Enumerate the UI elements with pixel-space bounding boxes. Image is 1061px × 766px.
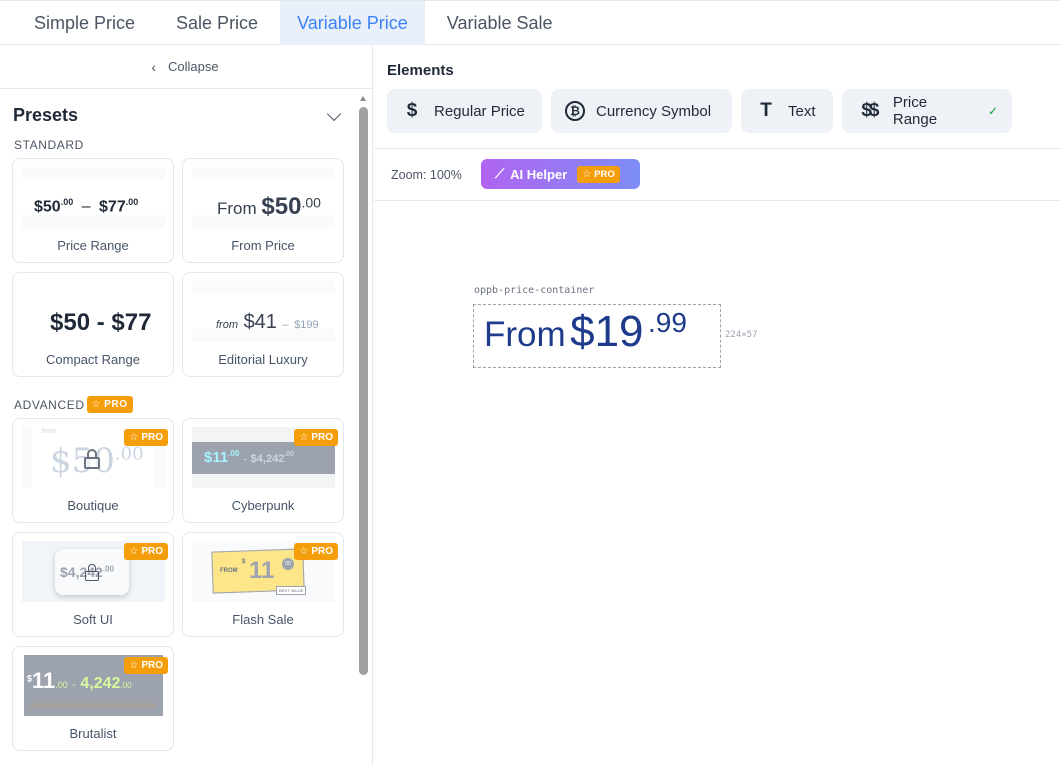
chevron-down-icon (326, 106, 342, 121)
pro-badge: ☆ PRO (577, 165, 620, 183)
tab-bar: Simple Price Sale Price Variable Price V… (0, 0, 1061, 45)
bitcoin-icon: ₿ (565, 101, 585, 121)
preset-label: Compact Range (46, 352, 140, 367)
element-currency-symbol-button[interactable]: ₿ Currency Symbol (551, 89, 732, 133)
preview-price-range: $50.00 – $77.00 (34, 197, 139, 216)
magic-wand-icon: ⟋ (495, 166, 505, 181)
pro-badge: ☆ PRO (124, 657, 168, 674)
elements-title: Elements (387, 62, 454, 79)
preset-boutique[interactable]: from $50.00 ☆ PRO Boutique (12, 418, 174, 523)
presets-title: Presets (13, 105, 79, 125)
zoom-level: Zoom: 100% (391, 168, 462, 182)
preset-label: Soft UI (73, 612, 113, 627)
preview-from-price: From $50.00 (217, 193, 321, 220)
container-label: oppb-price-container (474, 285, 595, 296)
preset-label: From Price (231, 238, 295, 253)
preview-compact-range: $50 - $77 (50, 309, 152, 336)
star-icon: ☆ (129, 546, 139, 557)
tab-simple-price[interactable]: Simple Price (0, 1, 154, 45)
preset-brutalist[interactable]: $11.00 - 4,242.00 ☆ PRO Brutalist (12, 646, 174, 751)
preview-editorial: from $41 – $199 (216, 311, 319, 333)
divider (374, 200, 1061, 201)
star-icon: ☆ (129, 432, 139, 443)
preset-label: Flash Sale (232, 612, 294, 627)
ai-helper-button[interactable]: ⟋ AI Helper ☆ PRO (481, 159, 640, 189)
preset-label: Cyberpunk (231, 498, 295, 513)
tab-variable-sale[interactable]: Variable Sale (425, 1, 572, 45)
tab-variable-price[interactable]: Variable Price (280, 1, 425, 45)
price-prefix: From (484, 315, 566, 354)
preset-compact-range[interactable]: $50 - $77 Compact Range (12, 272, 174, 377)
element-text-button[interactable]: T Text (741, 89, 833, 133)
text-icon: T (760, 100, 772, 121)
price-amount: $19 (570, 307, 644, 356)
tab-sale-price[interactable]: Sale Price (154, 1, 277, 45)
preset-flash-sale[interactable]: FROM $ 11 00 BEST VALUE ☆ PRO Flash Sale (182, 532, 344, 637)
pro-badge: ☆ PRO (124, 429, 168, 446)
preset-label: Editorial Luxury (218, 352, 308, 367)
element-regular-price-button[interactable]: $ Regular Price (387, 89, 542, 133)
price-container[interactable]: From $19 .99 (473, 304, 721, 368)
preset-label: Brutalist (69, 726, 117, 741)
advanced-section-label: ADVANCED ☆ PRO (14, 396, 133, 413)
star-icon: ☆ (129, 660, 139, 671)
container-dimensions: 224×57 (725, 330, 758, 340)
preset-soft-ui[interactable]: $4,242.00 ☆ PRO Soft UI (12, 532, 174, 637)
pro-badge: ☆ PRO (124, 543, 168, 560)
preset-label: Boutique (67, 498, 119, 513)
preset-editorial-luxury[interactable]: from $41 – $199 Editorial Luxury (182, 272, 344, 377)
preset-label: Price Range (57, 238, 129, 253)
standard-section-label: STANDARD (14, 138, 84, 152)
star-icon: ☆ (582, 168, 592, 180)
collapse-label: Collapse (168, 59, 219, 74)
pro-badge: ☆ PRO (294, 543, 338, 560)
editor-main: Elements $ Regular Price ₿ Currency Symb… (374, 45, 1061, 766)
star-icon: ☆ (299, 546, 309, 557)
pro-badge: ☆ PRO (86, 396, 133, 413)
collapse-button[interactable]: ‹ Collapse (0, 45, 372, 89)
preset-cyberpunk[interactable]: $11.00 - $4,242.00 ☆ PRO Cyberpunk (182, 418, 344, 523)
preset-preview: from $41 – $199 (192, 281, 335, 342)
presets-header[interactable]: Presets (13, 105, 343, 126)
preset-preview: $50 - $77 (22, 281, 165, 342)
presets-sidebar: ‹ Collapse Presets STANDARD $50.00 – $77… (0, 45, 373, 766)
divider (374, 148, 1061, 149)
preset-from-price[interactable]: From $50.00 From Price (182, 158, 344, 263)
chevron-left-icon: ‹ (151, 58, 157, 75)
preset-preview: From $50.00 (192, 167, 335, 228)
sidebar-scrollbar[interactable] (359, 107, 368, 675)
preset-preview: $50.00 – $77.00 (22, 167, 165, 228)
price-cents: .99 (647, 307, 687, 338)
scrollbar-up-arrow[interactable] (359, 95, 368, 103)
pro-badge: ☆ PRO (294, 429, 338, 446)
lock-icon (85, 564, 99, 581)
dollar-icon: $ (406, 100, 418, 121)
star-icon: ☆ (299, 432, 309, 443)
element-price-range-button[interactable]: $$ Price Range ✓ (842, 89, 1012, 133)
price-preview: From $19 .99 (484, 307, 687, 357)
check-icon: ✓ (987, 104, 998, 118)
star-icon: ☆ (91, 399, 102, 410)
preset-price-range[interactable]: $50.00 – $77.00 Price Range (12, 158, 174, 263)
double-dollar-icon: $$ (861, 100, 879, 121)
lock-icon (84, 449, 100, 469)
